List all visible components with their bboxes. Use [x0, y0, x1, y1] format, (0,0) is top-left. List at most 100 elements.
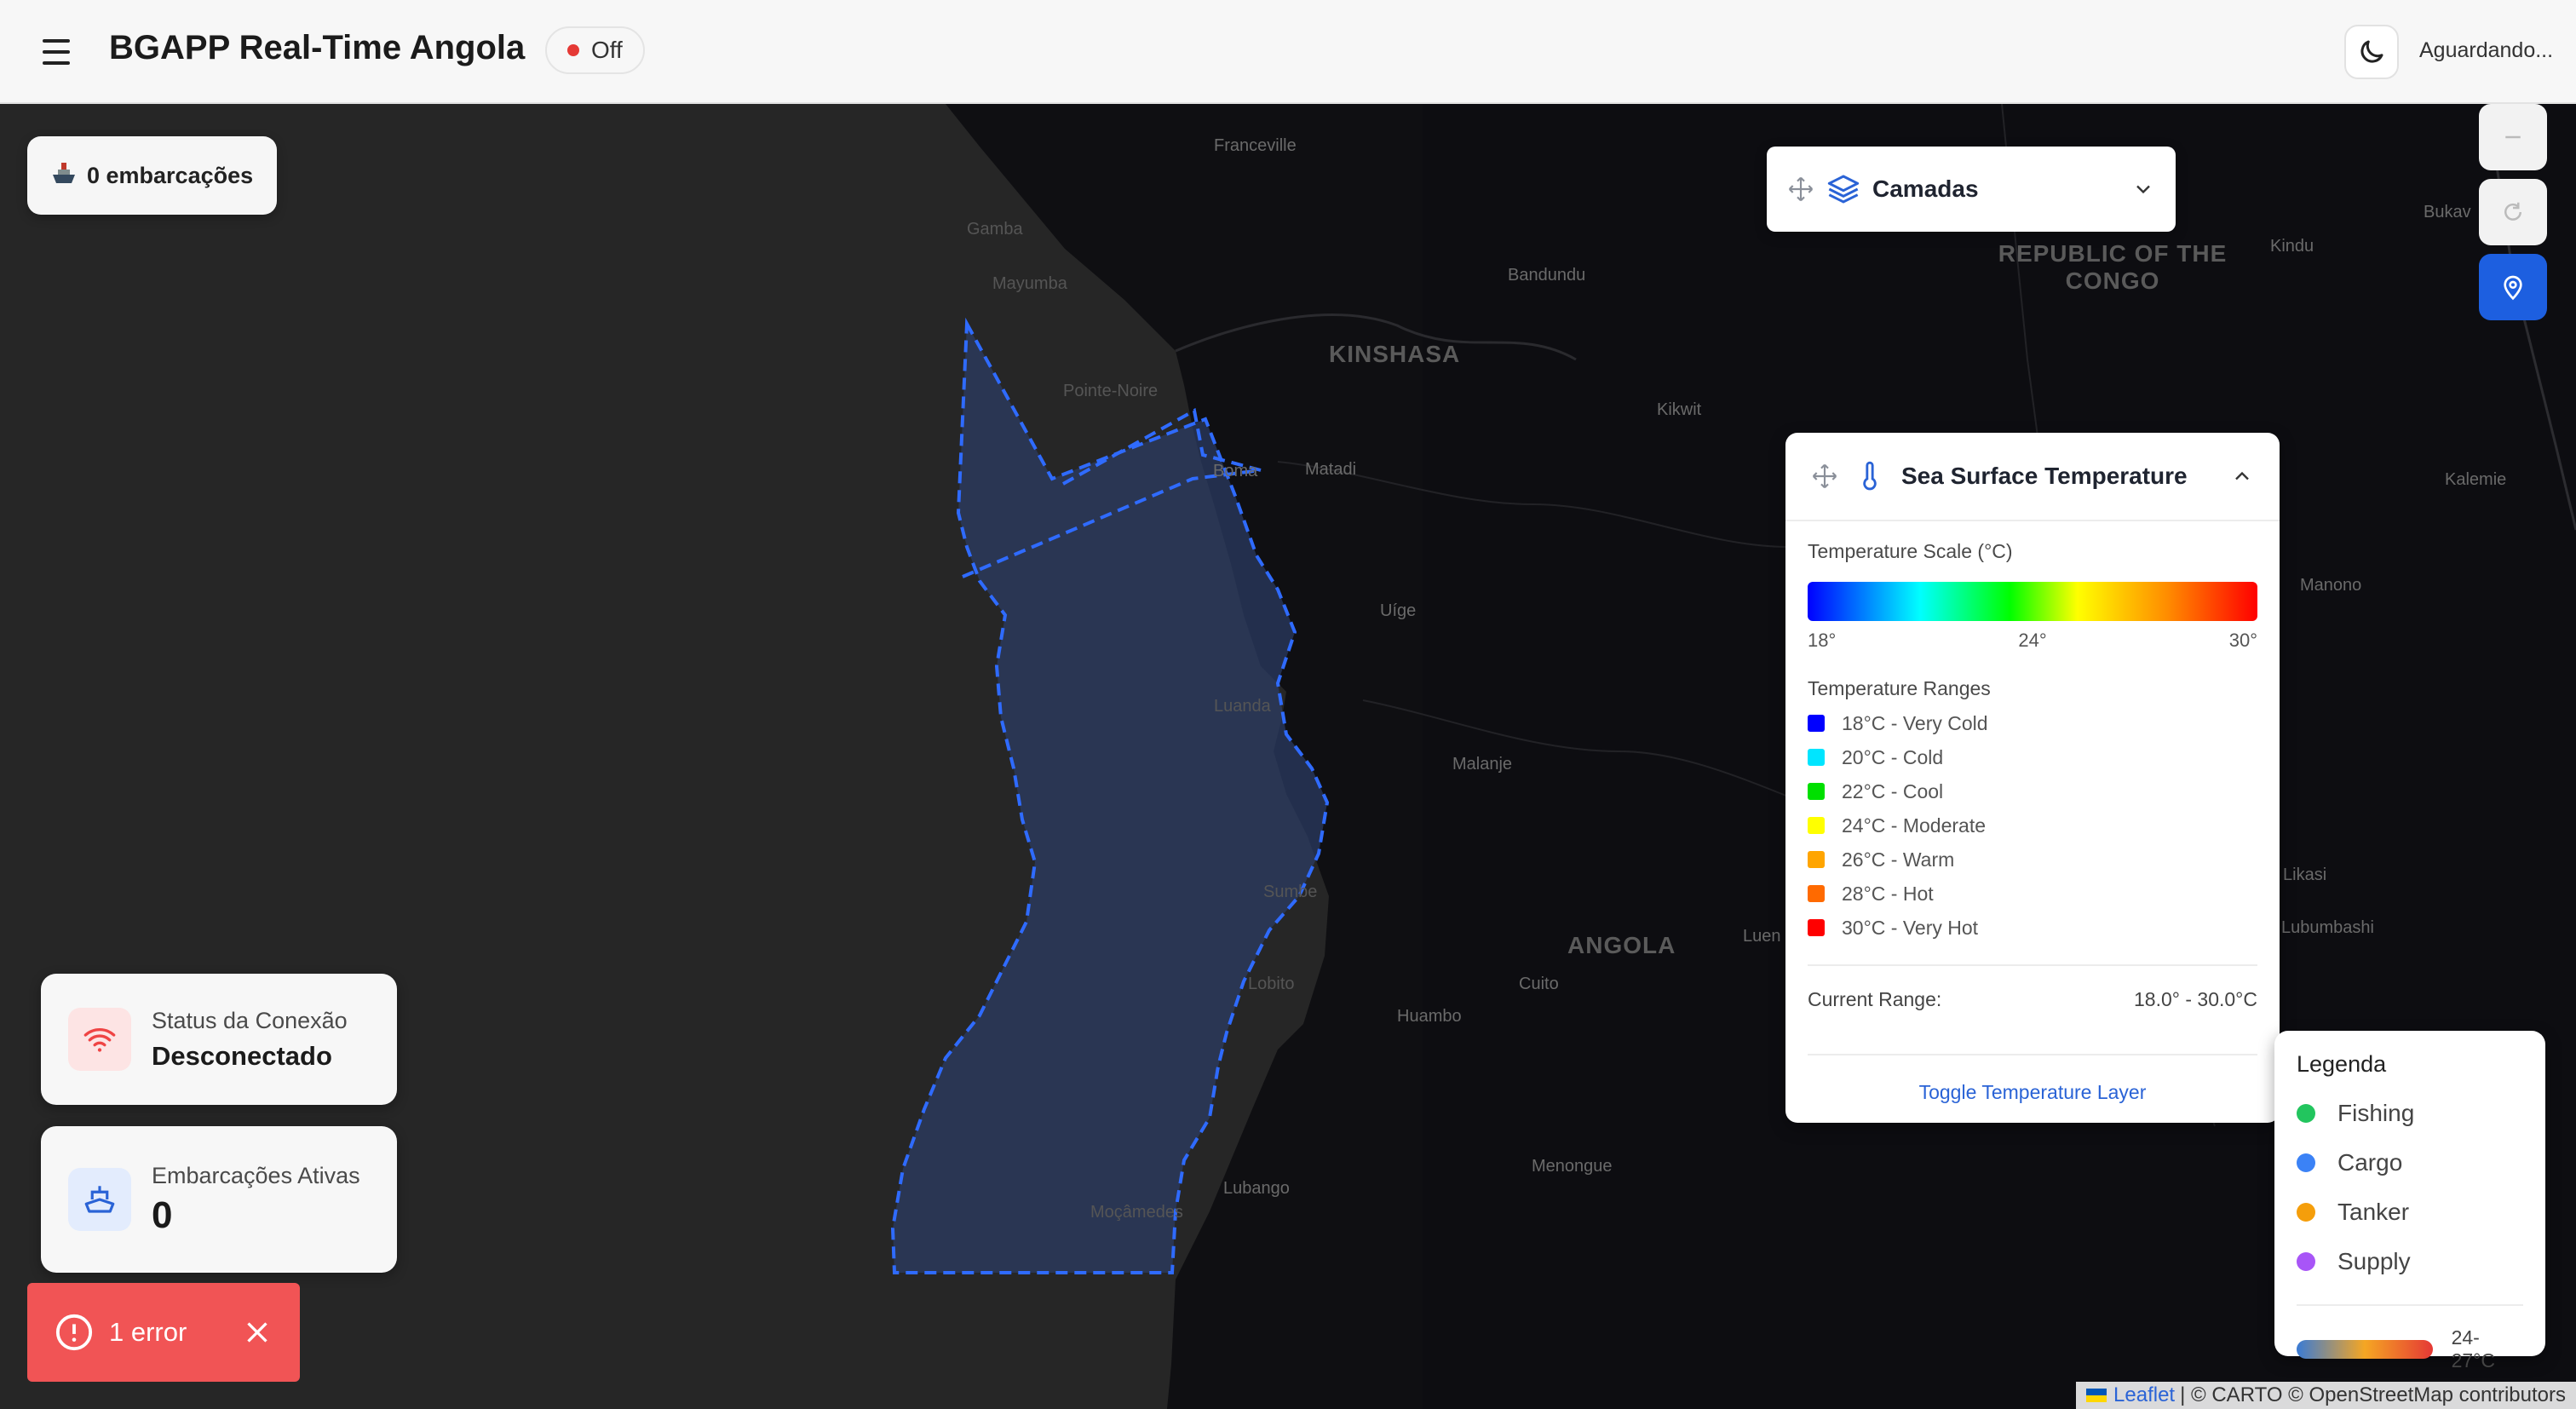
attribution-text: | © CARTO © OpenStreetMap contributors [2180, 1383, 2566, 1406]
map-label-matadi: Matadi [1305, 460, 1357, 479]
wifi-icon [68, 1008, 131, 1071]
legend-title: Legenda [2297, 1051, 2387, 1077]
range-item: 18°C - Very Cold [1808, 712, 2257, 734]
range-item: 20°C - Cold [1808, 746, 2257, 768]
error-toast[interactable]: 1 error [27, 1283, 300, 1382]
connection-status-label: Status da Conexão [152, 1007, 348, 1033]
map-label-lobito: Lobito [1248, 975, 1295, 993]
map-label-kikwit: Kikwit [1657, 400, 1702, 419]
layers-icon [1827, 175, 1860, 204]
map-label-huambo: Huambo [1397, 1007, 1462, 1026]
legend-gradient [2297, 1340, 2433, 1359]
map-label-malanje: Malanje [1452, 755, 1513, 774]
map-label-cuito: Cuito [1519, 975, 1559, 993]
color-swatch [1808, 715, 1825, 732]
legend-item-supply: Supply [2297, 1248, 2523, 1275]
update-status-text: Aguardando... [2419, 38, 2554, 62]
current-range-label: Current Range: [1808, 988, 1942, 1010]
live-status-badge[interactable]: Off [545, 26, 645, 74]
fishing-dot-icon [2297, 1104, 2315, 1123]
color-swatch [1808, 919, 1825, 936]
map-label-sumbe: Sumbe [1263, 883, 1318, 901]
ranges-list: 18°C - Very Cold 20°C - Cold 22°C - Cool… [1808, 712, 2257, 939]
status-label: Off [591, 37, 623, 63]
legend-gradient-row: 24-27°C [2297, 1304, 2523, 1372]
close-icon[interactable] [242, 1317, 273, 1348]
cargo-dot-icon [2297, 1153, 2315, 1172]
range-item: 28°C - Hot [1808, 883, 2257, 905]
map-label-kinshasa: KINSHASA [1329, 341, 1461, 367]
app-title: BGAPP Real-Time Angola [109, 29, 526, 66]
range-item: 30°C - Very Hot [1808, 917, 2257, 939]
error-count-label: 1 error [109, 1317, 187, 1347]
ship-icon [68, 1168, 131, 1231]
layers-label: Camadas [1872, 175, 1979, 202]
map-label-angola: ANGOLA [1567, 932, 1676, 958]
map-label-mayumba: Mayumba [992, 274, 1067, 293]
vessel-count-label: 0 embarcações [87, 162, 254, 188]
locate-button[interactable] [2479, 254, 2547, 320]
menu-icon[interactable] [37, 32, 77, 72]
map-label-luanda: Luanda [1214, 697, 1271, 716]
connection-status-value: Desconectado [152, 1040, 332, 1071]
connection-status-card: Status da Conexão Desconectado [41, 974, 397, 1105]
map-label-lubumbashi: Lubumbashi [2281, 918, 2374, 937]
tick-max: 30° [2228, 630, 2257, 651]
map-label-kalemie: Kalemie [2445, 470, 2507, 489]
zoom-out-button[interactable] [2479, 104, 2547, 170]
map-label-mocamedes: Moçâmedes [1090, 1203, 1183, 1222]
map-label-kindu: Kindu [2270, 237, 2314, 256]
sst-panel-header[interactable]: Sea Surface Temperature [1785, 433, 2280, 521]
legend-panel: Legenda Fishing Cargo Tanker Supply 24-2… [2274, 1031, 2545, 1372]
drag-handle-icon[interactable] [1811, 463, 1838, 490]
map-label-bukavu: Bukav [2424, 203, 2471, 221]
color-swatch [1808, 885, 1825, 902]
ship-icon [51, 161, 77, 191]
active-vessels-label: Embarcações Ativas [152, 1162, 360, 1188]
tanker-dot-icon [2297, 1203, 2315, 1222]
map-label-luena: Luen [1743, 927, 1781, 946]
color-swatch [1808, 851, 1825, 868]
map-label-franceville: Franceville [1214, 136, 1297, 155]
drag-handle-icon[interactable] [1787, 175, 1814, 203]
ukraine-flag-icon [2086, 1389, 2107, 1402]
map-label-lubango: Lubango [1223, 1179, 1290, 1198]
minus-icon [2505, 135, 2521, 139]
map-pin-icon [2504, 275, 2522, 301]
vessel-count-badge[interactable]: 0 embarcações [27, 136, 278, 215]
app-header: BGAPP Real-Time Angola Off Aguardando... [0, 0, 2576, 104]
chevron-down-icon[interactable] [2131, 177, 2155, 201]
refresh-icon [2504, 202, 2521, 221]
color-swatch [1808, 783, 1825, 800]
legend-item-fishing: Fishing [2297, 1100, 2523, 1127]
chevron-up-icon[interactable] [2230, 464, 2254, 488]
layers-panel[interactable]: Camadas [1767, 147, 2176, 232]
map-label-pointe-noire: Pointe-Noire [1063, 382, 1159, 400]
scale-label: Temperature Scale (°C) [1808, 540, 2013, 562]
leaflet-link[interactable]: Leaflet [2113, 1383, 2175, 1407]
range-item: 24°C - Moderate [1808, 814, 2257, 837]
active-vessels-card: Embarcações Ativas 0 [41, 1126, 397, 1273]
thermometer-icon [1863, 461, 1877, 491]
range-item: 22°C - Cool [1808, 780, 2257, 802]
temperature-gradient [1808, 582, 2257, 621]
map-label-boma: Boma [1213, 462, 1258, 480]
color-swatch [1808, 817, 1825, 834]
ranges-title: Temperature Ranges [1808, 677, 1991, 699]
legend-item-tanker: Tanker [2297, 1199, 2523, 1226]
theme-toggle-button[interactable] [2344, 25, 2399, 79]
current-range-value: 18.0° - 30.0°C [2134, 988, 2257, 1010]
map-label-manono: Manono [2300, 576, 2362, 595]
map-label-gamba: Gamba [967, 220, 1023, 239]
sst-title: Sea Surface Temperature [1901, 463, 2188, 489]
map-label-menongue: Menongue [1532, 1157, 1613, 1176]
reset-view-button[interactable] [2479, 179, 2547, 245]
sst-panel: Sea Surface Temperature Temperature Scal… [1785, 433, 2280, 1123]
toggle-temperature-layer-link[interactable]: Toggle Temperature Layer [1808, 1054, 2257, 1104]
map-label-bandundu: Bandundu [1508, 266, 1586, 285]
alert-circle-icon [55, 1314, 93, 1351]
map-label-congo: REPUBLIC OF THE CONGO [1998, 240, 2228, 294]
range-item: 26°C - Warm [1808, 848, 2257, 871]
map-label-uige: Uíge [1380, 601, 1417, 620]
current-range-row: Current Range: 18.0° - 30.0°C [1808, 964, 2257, 1011]
